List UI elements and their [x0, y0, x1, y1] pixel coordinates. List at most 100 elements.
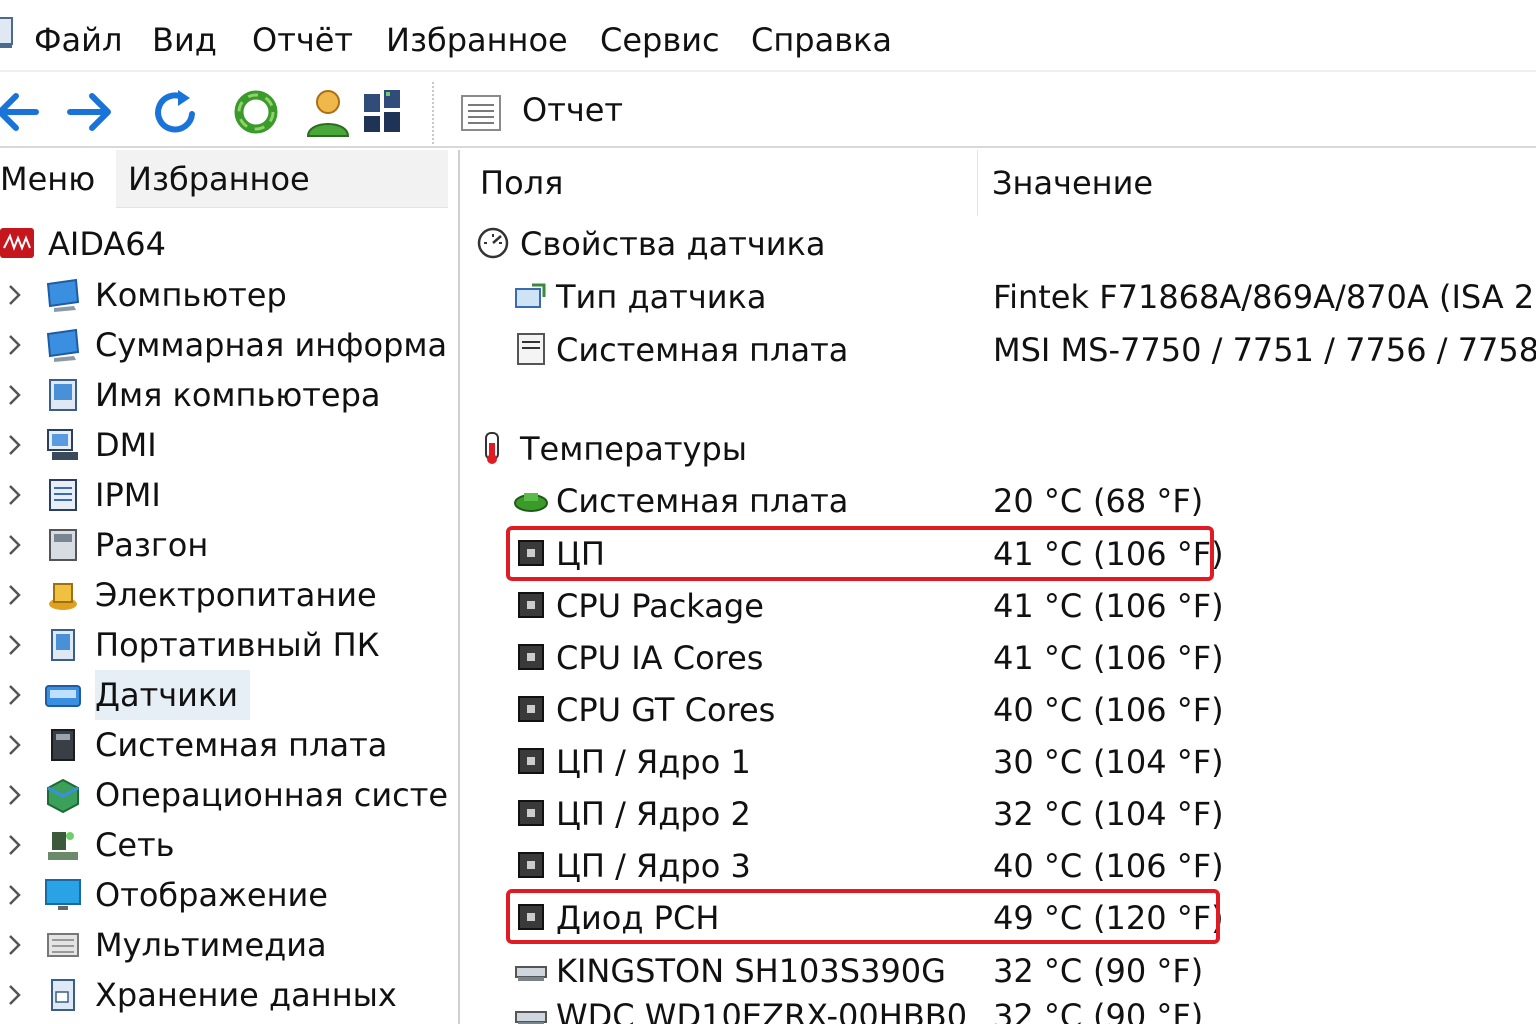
field-value: MSI MS-7750 / 7751 / 7756 / 7758 / 7	[993, 331, 1536, 369]
chevron-right-icon[interactable]	[4, 632, 24, 658]
row-temp-cpu-core-3[interactable]: ЦП / Ядро 3 40 °C (106 °F)	[462, 840, 1536, 892]
tree-item-label: Электропитание	[95, 576, 377, 614]
chevron-right-icon[interactable]	[4, 882, 24, 908]
tree-item-label: Сеть	[95, 826, 175, 864]
cpu-icon	[518, 696, 544, 722]
menu-help[interactable]: Справка	[751, 18, 892, 62]
network-icon	[48, 832, 78, 860]
display-icon	[45, 879, 81, 910]
chevron-right-icon[interactable]	[4, 932, 24, 958]
tab-menu[interactable]: Меню	[0, 150, 116, 208]
tree-item-computer-name[interactable]: Имя компьютера	[0, 370, 450, 420]
temp-value: 32 °C (90 °F)	[993, 997, 1204, 1024]
row-temp-cpu-gt-cores[interactable]: CPU GT Cores 40 °C (106 °F)	[462, 684, 1536, 736]
row-sensor-type[interactable]: Тип датчика Fintek F71868A/869A/870A (IS…	[462, 271, 1536, 323]
chevron-right-icon[interactable]	[4, 332, 24, 358]
tree-item-portable-pc[interactable]: Портативный ПК	[0, 620, 450, 670]
computer-name-icon	[49, 379, 77, 411]
menu-report[interactable]: Отчёт	[252, 18, 353, 62]
row-temp-cpu-ia-cores[interactable]: CPU IA Cores 41 °C (106 °F)	[462, 632, 1536, 684]
highlight-box-cpu	[506, 526, 1214, 581]
network-icon[interactable]	[356, 84, 412, 140]
chevron-right-icon[interactable]	[4, 732, 24, 758]
dmi-icon	[47, 429, 78, 460]
sensor-type-icon	[515, 283, 546, 308]
temp-label: ЦП / Ядро 2	[556, 795, 751, 833]
multimedia-icon	[47, 933, 79, 957]
report-button-label[interactable]: Отчет	[522, 88, 623, 132]
thermometer-icon	[485, 432, 499, 464]
motherboard-icon	[51, 729, 75, 761]
tree-root-label: AIDA64	[48, 225, 167, 263]
tree-item-os[interactable]: Операционная систем	[0, 770, 450, 820]
tree-item-overclock[interactable]: Разгон	[0, 520, 450, 570]
chevron-right-icon[interactable]	[4, 532, 24, 558]
tree-item-summary[interactable]: Суммарная информац	[0, 320, 450, 370]
chevron-right-icon[interactable]	[4, 432, 24, 458]
menu-view[interactable]: Вид	[152, 18, 217, 62]
portable-pc-icon	[51, 629, 75, 661]
tree-item-dmi[interactable]: DMI	[0, 420, 450, 470]
toolbar-separator	[432, 82, 434, 144]
temp-label: ЦП / Ядро 1	[556, 743, 751, 781]
row-temp-motherboard[interactable]: Системная плата 20 °C (68 °F)	[462, 475, 1536, 527]
tree-item-label: Портативный ПК	[95, 626, 380, 664]
field-label: Системная плата	[556, 331, 849, 369]
chevron-right-icon[interactable]	[4, 832, 24, 858]
cpu-icon	[518, 592, 544, 618]
chevron-right-icon[interactable]	[4, 282, 24, 308]
tree-item-label: Суммарная информац	[95, 326, 450, 364]
group-sensor-properties[interactable]: Свойства датчика	[462, 218, 1536, 270]
chevron-right-icon[interactable]	[4, 682, 24, 708]
row-motherboard[interactable]: Системная плата MSI MS-7750 / 7751 / 775…	[462, 324, 1536, 376]
toolbar: Отчет	[0, 74, 1536, 148]
disk-icon	[515, 966, 547, 981]
tree-item-sensors[interactable]: Датчики	[0, 670, 450, 720]
menu-file[interactable]: Файл	[34, 18, 122, 62]
group-label: Свойства датчика	[520, 225, 826, 263]
field-value: Fintek F71868A/869A/870A (ISA 29h)	[993, 278, 1536, 316]
row-temp-cpu-core-2[interactable]: ЦП / Ядро 2 32 °C (104 °F)	[462, 788, 1536, 840]
chevron-right-icon[interactable]	[4, 382, 24, 408]
user-icon[interactable]	[300, 84, 356, 140]
report-icon[interactable]	[460, 94, 502, 132]
tree-item-motherboard[interactable]: Системная плата	[0, 720, 450, 770]
column-header-fields[interactable]: Поля	[462, 150, 978, 216]
temp-label: WDC WD10EZRX-00HBB0	[556, 997, 968, 1024]
summary-icon	[46, 328, 80, 362]
tree-item-multimedia[interactable]: Мультимедиа	[0, 920, 450, 970]
update-icon[interactable]	[228, 84, 284, 140]
tab-favorites[interactable]: Избранное	[116, 150, 448, 208]
computer-icon	[46, 278, 80, 312]
tree-item-ipmi[interactable]: IPMI	[0, 470, 450, 520]
sensors-icon	[45, 685, 81, 707]
disk-icon	[515, 1011, 547, 1024]
menu-favorites[interactable]: Избранное	[386, 18, 568, 62]
overclock-icon	[49, 529, 77, 561]
tree-item-storage[interactable]: Хранение данных	[0, 970, 450, 1020]
tree-item-label: Системная плата	[95, 726, 388, 764]
chevron-right-icon[interactable]	[4, 582, 24, 608]
cpu-icon	[518, 852, 544, 878]
os-icon	[47, 778, 79, 814]
menu-service[interactable]: Сервис	[600, 18, 720, 62]
chevron-right-icon[interactable]	[4, 982, 24, 1008]
row-temp-cpu-core-1[interactable]: ЦП / Ядро 1 30 °C (104 °F)	[462, 736, 1536, 788]
group-label: Температуры	[520, 430, 748, 468]
tree-item-network[interactable]: Сеть	[0, 820, 450, 870]
column-header-value[interactable]: Значение	[978, 150, 1536, 216]
refresh-icon[interactable]	[148, 84, 204, 140]
row-temp-wdc-disk[interactable]: WDC WD10EZRX-00HBB0 32 °C (90 °F)	[462, 990, 1536, 1024]
chevron-right-icon[interactable]	[4, 782, 24, 808]
chevron-right-icon[interactable]	[4, 482, 24, 508]
row-temp-cpu-package[interactable]: CPU Package 41 °C (106 °F)	[462, 580, 1536, 632]
tree-item-computer[interactable]: Компьютер	[0, 270, 450, 320]
tree-root-aida64[interactable]: AIDA64	[0, 220, 460, 268]
back-arrow-icon[interactable]	[0, 84, 48, 140]
forward-arrow-icon[interactable]	[62, 84, 118, 140]
temp-value: 40 °C (106 °F)	[993, 691, 1224, 729]
group-temperatures[interactable]: Температуры	[462, 423, 1536, 475]
menu-bar: Файл Вид Отчёт Избранное Сервис Справка	[0, 0, 1536, 72]
tree-item-power[interactable]: Электропитание	[0, 570, 450, 620]
tree-item-display[interactable]: Отображение	[0, 870, 450, 920]
